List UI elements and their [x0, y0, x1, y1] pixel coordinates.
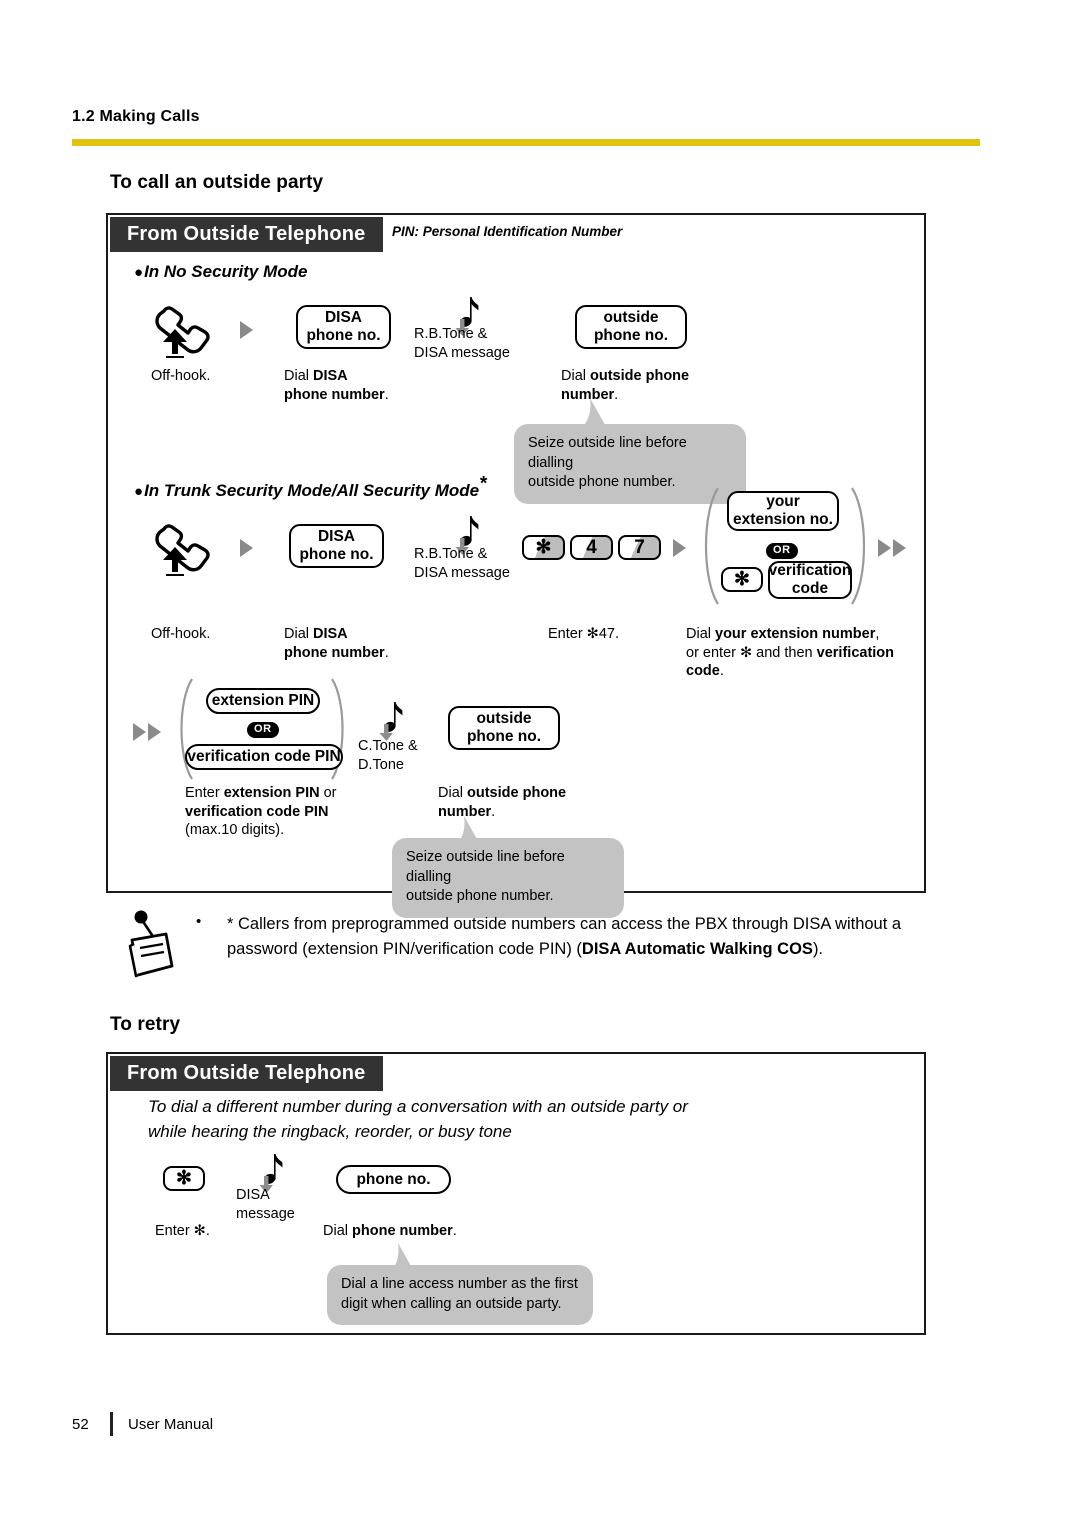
- arrow-triangle-3: [673, 539, 686, 557]
- arrow-triangle-4a: [878, 539, 891, 557]
- keypad-key-star-3[interactable]: ✻: [163, 1166, 205, 1191]
- keypad-key-4[interactable]: 4: [570, 535, 613, 560]
- key-label-line1: outside: [476, 710, 532, 728]
- caption-dial-phone-number: Dial phone number.: [323, 1223, 457, 1239]
- key-label-line2: phone no.: [466, 728, 542, 745]
- arrow-triangle-5a: [133, 723, 146, 741]
- key-label-line2: phone no.: [299, 546, 374, 563]
- key-phone-no[interactable]: phone no.: [336, 1165, 451, 1194]
- offhook-handset-icon-2: [150, 518, 218, 576]
- caption-dial-disa-2: Dial DISA phone number.: [284, 626, 389, 661]
- pin-legend: PIN: Personal Identification Number: [392, 224, 623, 239]
- mode-heading-no-security: ●In No Security Mode: [134, 262, 308, 281]
- key-label-line1: DISA: [317, 528, 356, 546]
- page-section-header: 1.2 Making Calls: [72, 108, 200, 125]
- mode-heading-trunk-security: ●In Trunk Security Mode/All Security Mod…: [134, 473, 487, 500]
- callout-dial-line-access-number: Dial a line access number as the first d…: [327, 1265, 593, 1326]
- key-verification-code[interactable]: verification code: [768, 561, 852, 599]
- tone-note-icon-3: [372, 700, 406, 742]
- callout-seize-outside-line-2: Seize outside line before dialling outsi…: [392, 838, 624, 918]
- mode-bullet-icon: ●: [134, 264, 144, 281]
- caption-offhook-2: Off-hook.: [151, 626, 211, 642]
- keypad-key-star[interactable]: ✻: [522, 535, 565, 560]
- key-disa-phone-no-2[interactable]: DISA phone no.: [289, 524, 384, 568]
- footer-label: User Manual: [128, 1416, 214, 1433]
- key-label-line1: outside: [603, 309, 659, 327]
- caption-dial-disa-1: Dial DISA phone number.: [284, 368, 389, 403]
- key-label-line2: phone no.: [306, 327, 381, 344]
- banner-from-outside-telephone-2: From Outside Telephone: [110, 1056, 383, 1091]
- key-label-line1: DISA: [324, 309, 363, 327]
- arrow-triangle-1: [240, 321, 253, 339]
- key-outside-phone-no-2[interactable]: outside phone no.: [448, 706, 560, 750]
- arrow-triangle-4b: [893, 539, 906, 557]
- key-verification-code-pin[interactable]: verification code PIN: [185, 744, 343, 770]
- key-label-line2: phone no.: [593, 327, 669, 344]
- key-your-extension-no[interactable]: your extension no.: [727, 491, 839, 531]
- caption-enter-star47: Enter ✻47.: [548, 626, 619, 642]
- key-extension-pin[interactable]: extension PIN: [206, 688, 320, 714]
- caption-tone-1: R.B.Tone & DISA message: [414, 326, 510, 361]
- caption-tone-2: R.B.Tone & DISA message: [414, 546, 510, 581]
- caption-offhook-1: Off-hook.: [151, 368, 211, 384]
- note-text: * Callers from preprogrammed outside num…: [227, 915, 902, 958]
- caption-dial-extension-or-verification: Dial your extension number, or enter ✻ a…: [686, 626, 895, 680]
- footnote-asterisk: *: [479, 473, 487, 495]
- retry-intro-text: To dial a different number during a conv…: [148, 1097, 688, 1141]
- key-outside-phone-no-1[interactable]: outside phone no.: [575, 305, 687, 349]
- keypad-key-star-2[interactable]: ✻: [721, 567, 763, 592]
- key-label-line1: verification: [768, 562, 852, 580]
- caption-tone-4: DISA message: [236, 1187, 295, 1222]
- or-badge-2: OR: [247, 722, 279, 738]
- arrow-triangle-5b: [148, 723, 161, 741]
- header-rule-divider: [72, 139, 980, 146]
- key-label-line2: extension no.: [733, 511, 833, 528]
- footer-divider: [110, 1412, 113, 1436]
- arrow-triangle-2: [240, 539, 253, 557]
- offhook-handset-icon: [150, 300, 218, 358]
- key-disa-phone-no-1[interactable]: DISA phone no.: [296, 305, 391, 349]
- mode-bullet-icon: ●: [134, 483, 144, 500]
- key-label-line1: your: [766, 493, 800, 511]
- page-title-to-retry: To retry: [110, 1014, 181, 1035]
- keypad-key-7[interactable]: 7: [618, 535, 661, 560]
- memo-note-icon: [122, 908, 184, 980]
- or-badge-1: OR: [766, 543, 798, 559]
- page-title-to-call-outside-party: To call an outside party: [110, 172, 324, 193]
- banner-from-outside-telephone-1: From Outside Telephone: [110, 217, 383, 252]
- caption-enter-star: Enter ✻.: [155, 1223, 210, 1239]
- note-bullet: •: [196, 913, 202, 930]
- caption-enter-pin: Enter extension PIN or verification code…: [185, 785, 337, 839]
- footer-page-number: 52: [72, 1416, 89, 1433]
- caption-tone-3: C.Tone & D.Tone: [358, 738, 418, 773]
- key-label-line2: code: [791, 580, 829, 597]
